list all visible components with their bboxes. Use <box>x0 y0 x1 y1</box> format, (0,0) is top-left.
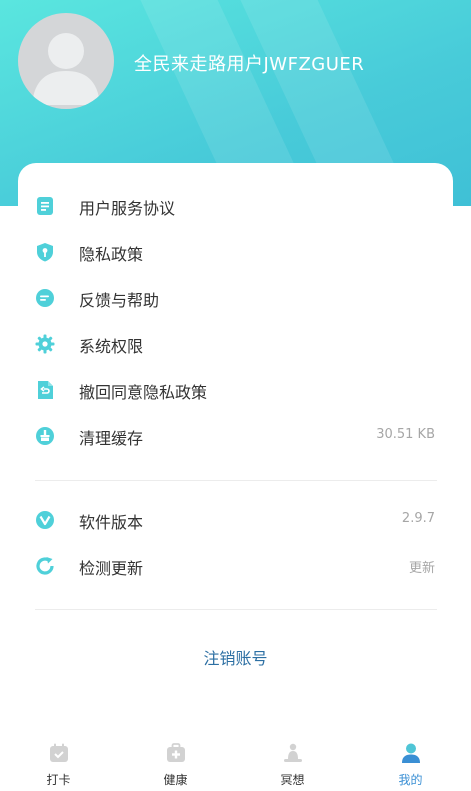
gear-icon <box>35 334 55 354</box>
menu-item-system-permissions[interactable]: 系统权限 <box>18 321 453 367</box>
chat-icon <box>36 289 54 307</box>
medical-kit-icon <box>167 743 185 762</box>
refresh-icon <box>36 557 54 575</box>
avatar[interactable] <box>18 13 114 109</box>
menu-item-privacy-policy[interactable]: 隐私政策 <box>18 229 453 275</box>
menu-item-label: 软件版本 <box>79 513 144 532</box>
menu-item-clear-cache[interactable]: 清理缓存 30.51 KB <box>18 413 453 459</box>
menu-item-label: 检测更新 <box>79 559 144 578</box>
menu-item-revoke-privacy[interactable]: 撤回同意隐私政策 <box>18 367 453 413</box>
file-revoke-icon <box>38 381 53 399</box>
tab-health[interactable]: 健康 <box>117 730 234 791</box>
menu-item-software-version[interactable]: 软件版本 2.9.7 <box>18 497 453 543</box>
section-divider <box>35 609 437 610</box>
tab-meditation[interactable]: 冥想 <box>234 730 351 791</box>
menu-item-label: 用户服务协议 <box>79 199 176 218</box>
logout-account-button[interactable]: 注销账号 <box>0 645 471 669</box>
menu-item-check-update[interactable]: 检测更新 更新 <box>18 543 453 589</box>
shield-key-icon <box>37 243 53 262</box>
tab-mine[interactable]: 我的 <box>352 730 469 791</box>
cache-size-value: 30.51 KB <box>376 427 435 442</box>
person-icon <box>402 743 420 763</box>
calendar-check-icon <box>50 743 68 762</box>
menu-item-feedback-help[interactable]: 反馈与帮助 <box>18 275 453 321</box>
menu-item-label: 清理缓存 <box>79 429 144 448</box>
tab-label: 冥想 <box>280 773 305 787</box>
section-divider <box>35 480 437 481</box>
menu-item-label: 系统权限 <box>79 337 144 356</box>
tab-label: 打卡 <box>46 773 71 787</box>
menu-item-user-agreement[interactable]: 用户服务协议 <box>18 183 453 229</box>
meditation-icon <box>284 743 302 762</box>
version-value: 2.9.7 <box>401 511 435 526</box>
tab-label: 健康 <box>163 773 188 787</box>
tab-label: 我的 <box>398 773 423 787</box>
menu-item-label: 隐私政策 <box>79 245 144 264</box>
update-link[interactable]: 更新 <box>409 557 435 576</box>
document-icon <box>37 197 53 215</box>
broom-icon <box>36 427 54 445</box>
version-icon <box>36 511 54 529</box>
avatar-icon <box>32 33 100 105</box>
menu-item-label: 撤回同意隐私政策 <box>79 383 208 402</box>
tab-checkin[interactable]: 打卡 <box>0 730 117 791</box>
username: 全民来走路用户JWFZGUER <box>134 54 365 75</box>
menu-item-label: 反馈与帮助 <box>79 291 160 310</box>
bottom-tab-bar: 打卡 健康 冥想 我的 <box>0 730 471 791</box>
